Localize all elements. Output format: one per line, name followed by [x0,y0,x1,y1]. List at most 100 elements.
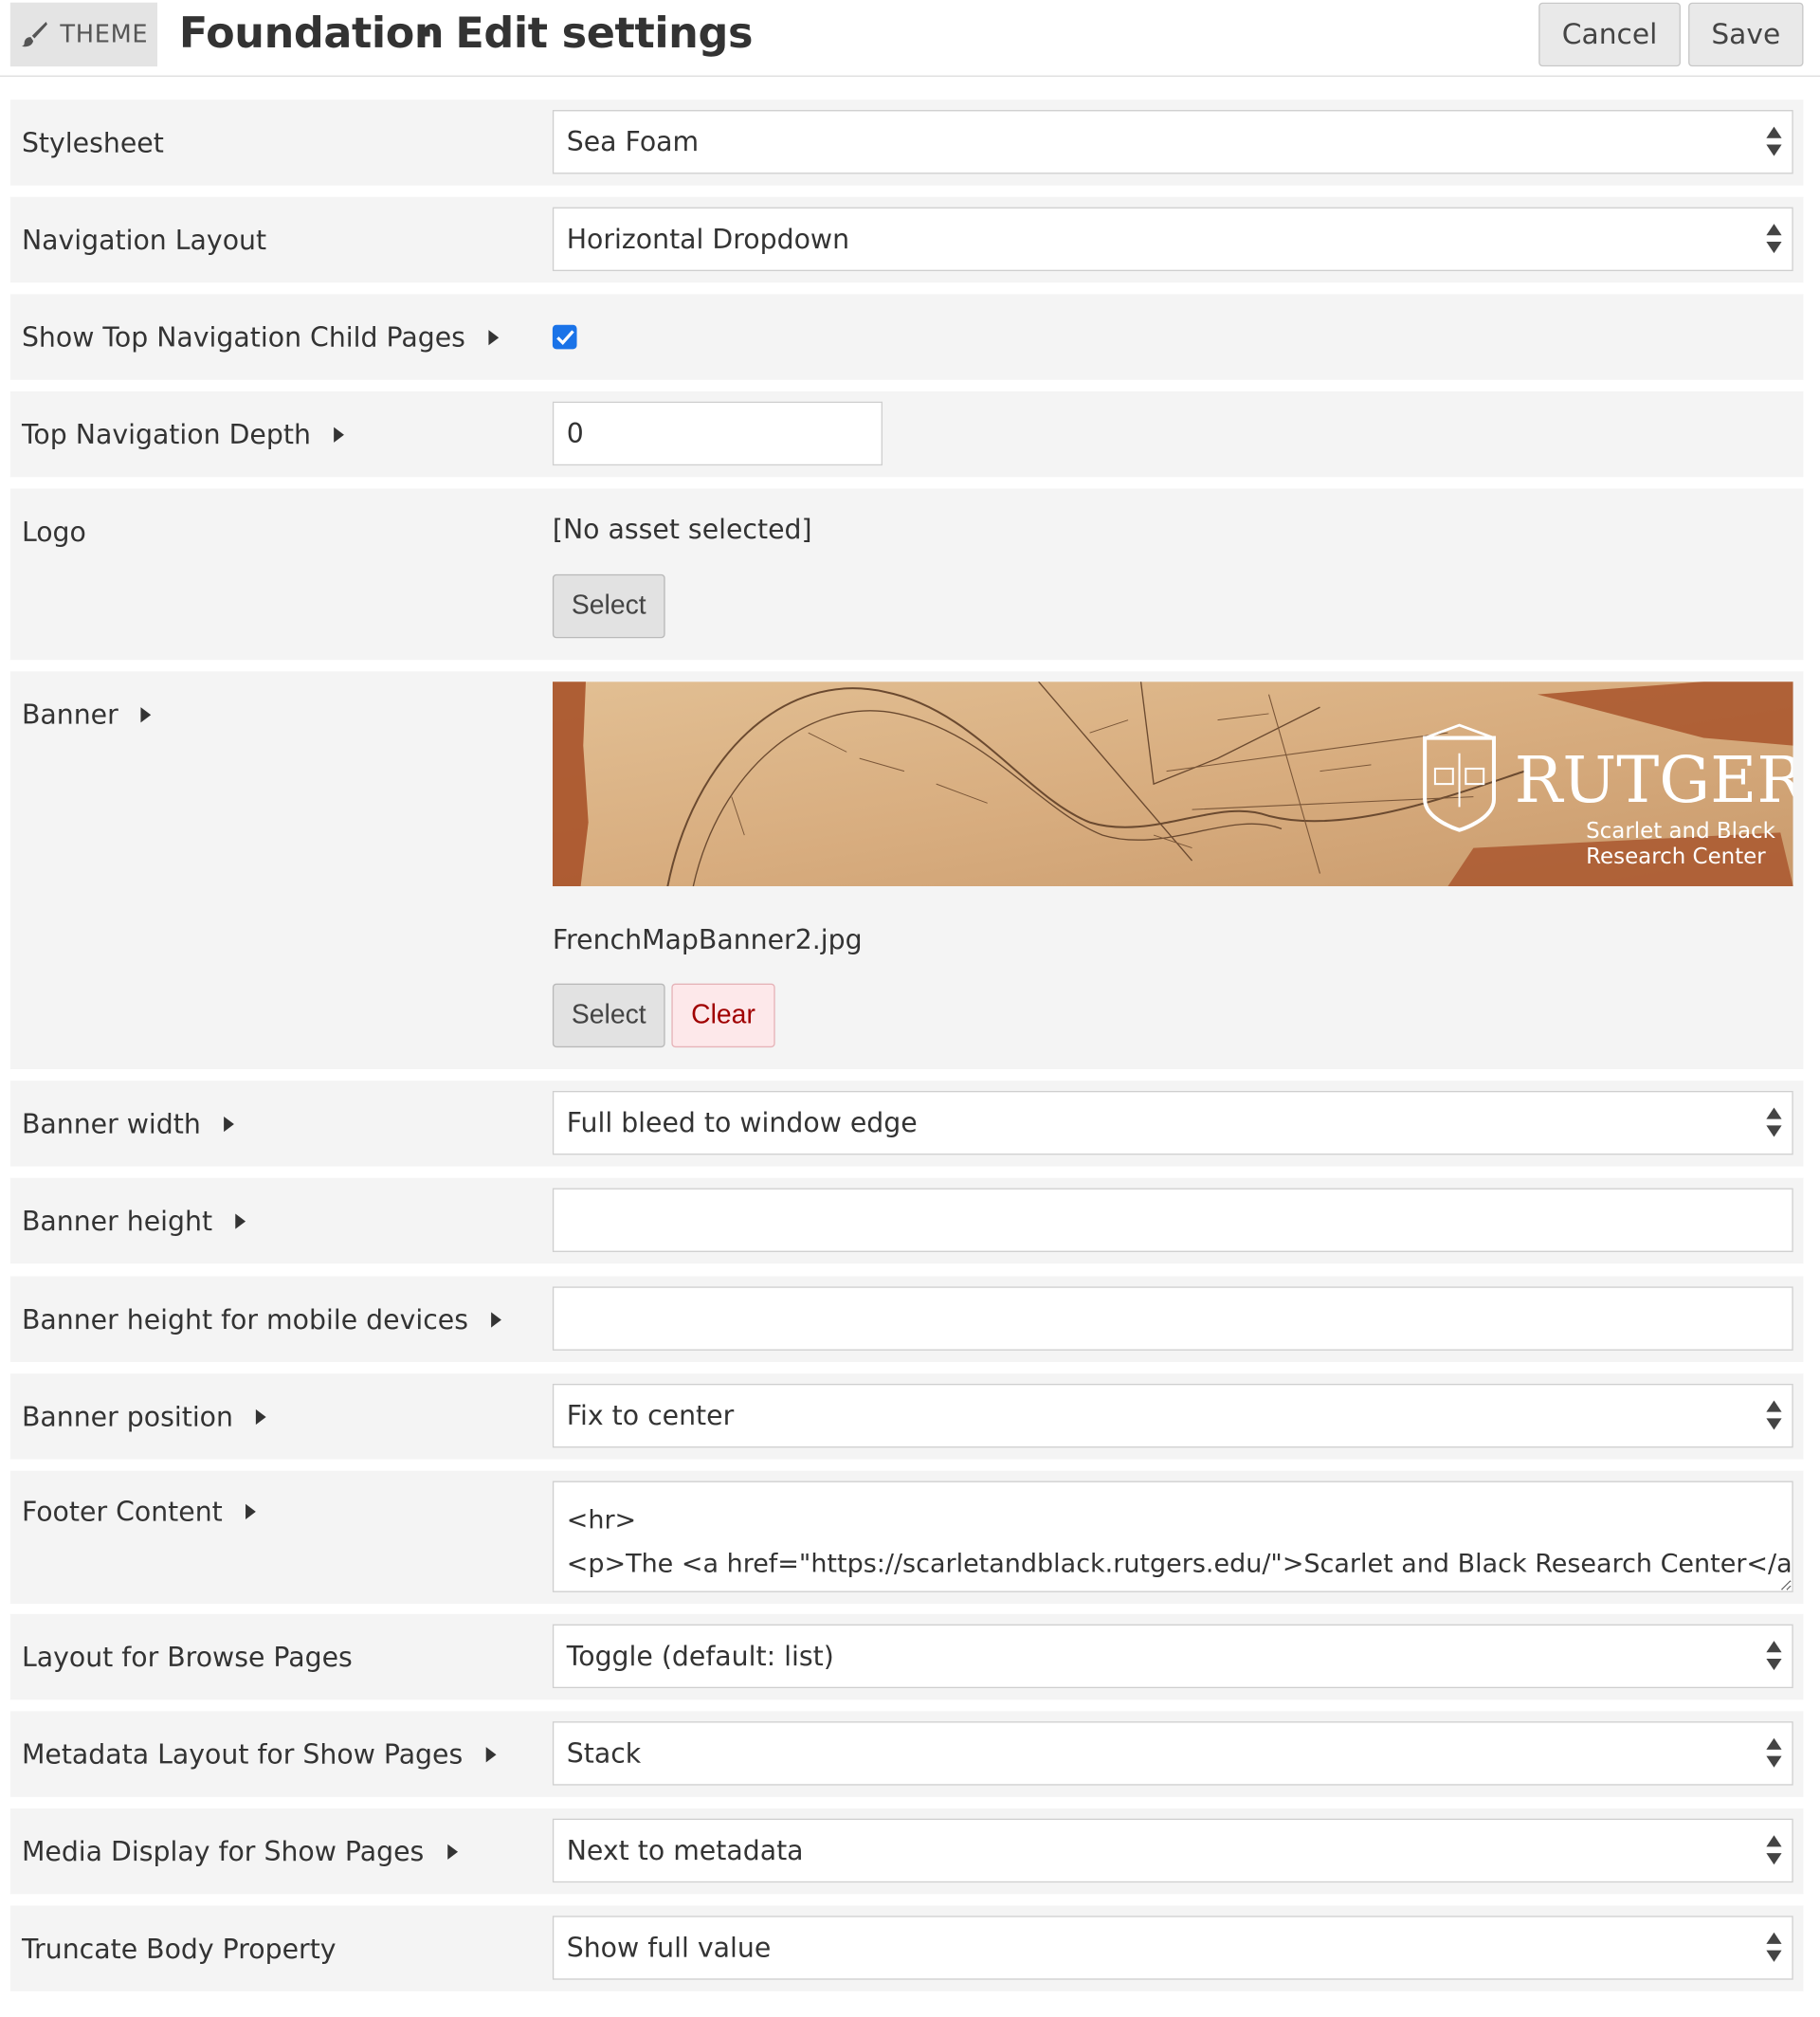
layout-browse-select[interactable]: Toggle (default: list) [552,1624,1793,1689]
banner-tagline-1: Scarlet and Black [1586,819,1776,844]
setting-label: Banner height [22,1178,246,1263]
cancel-button[interactable]: Cancel [1538,2,1681,67]
setting-row-show-top-nav-child-pages: Show Top Navigation Child Pages [9,294,1804,380]
expand-info-icon[interactable] [485,1746,497,1762]
setting-row-metadata-layout-show: Metadata Layout for Show Pages Stack [9,1711,1804,1797]
setting-row-banner: Banner RUTGE Scarlet and Black Research … [9,671,1804,1070]
expand-info-icon[interactable] [246,1503,256,1519]
setting-row-stylesheet: Stylesheet Sea Foam [9,100,1804,186]
setting-label-text: Top Navigation Depth [21,418,311,450]
setting-label: Footer Content [22,1494,256,1530]
setting-row-navigation-layout: Navigation Layout Horizontal Dropdown [9,196,1804,283]
select-arrows-icon [1766,1107,1782,1140]
setting-label: Banner [22,697,152,733]
banner-height-mobile-input[interactable] [552,1286,1793,1351]
setting-row-truncate-body: Truncate Body Property Show full value [9,1905,1804,1991]
select-value: Next to metadata [566,1835,804,1866]
setting-label: Media Display for Show Pages [21,1808,458,1894]
select-value: Stack [566,1737,642,1770]
expand-info-icon[interactable] [446,1844,458,1860]
banner-tagline-2: Research Center [1586,845,1766,869]
top-nav-depth-input[interactable]: 0 [552,401,883,466]
expand-info-icon[interactable] [224,1116,234,1132]
setting-row-banner-height: Banner height [9,1177,1804,1264]
setting-label-text: Truncate Body Property [21,1933,337,1964]
setting-row-footer-content: Footer Content <hr> <p>The <a href="http… [9,1470,1804,1605]
select-arrows-icon [1766,1400,1782,1433]
title-separator: · [418,8,435,58]
expand-info-icon[interactable] [334,426,345,443]
select-value: Full bleed to window edge [566,1107,918,1138]
logo-select-button[interactable]: Select [552,573,665,639]
setting-row-logo: Logo [No asset selected] Select [9,488,1804,661]
banner-image: RUTGERS Scarlet and Black Research Cente… [552,681,1793,887]
setting-label-text: Show Top Navigation Child Pages [21,321,465,353]
expand-info-icon[interactable] [141,707,152,723]
setting-label-text: Navigation Layout [21,224,267,256]
navigation-layout-select[interactable]: Horizontal Dropdown [552,207,1793,272]
setting-label: Truncate Body Property [22,1905,337,1990]
setting-label: Metadata Layout for Show Pages [21,1711,497,1796]
setting-row-banner-height-mobile: Banner height for mobile devices [9,1276,1804,1363]
page-header: THEME Foundation · Edit settings Cancel … [0,0,1820,77]
setting-label-text: Banner width [21,1108,201,1139]
banner-width-select[interactable]: Full bleed to window edge [552,1090,1793,1155]
setting-label-text: Layout for Browse Pages [21,1641,353,1673]
select-value: Fix to center [566,1400,735,1431]
setting-row-layout-browse: Layout for Browse Pages Toggle (default:… [9,1613,1804,1700]
media-display-select[interactable]: Next to metadata [552,1818,1793,1883]
logo-asset-status: [No asset selected] [552,514,812,545]
select-arrows-icon [1766,1737,1782,1772]
select-value: Horizontal Dropdown [566,224,850,255]
select-value: Show full value [566,1932,772,1964]
page-title: Foundation [178,8,445,58]
setting-label: Stylesheet [22,100,164,185]
metadata-layout-select[interactable]: Stack [552,1721,1793,1786]
setting-label-text: Banner height for mobile devices [21,1303,468,1335]
select-value: Toggle (default: list) [566,1641,834,1672]
setting-label: Banner width [22,1081,234,1166]
setting-label-text: Banner [21,700,118,731]
setting-label-text: Stylesheet [21,127,164,158]
setting-row-media-display-show: Media Display for Show Pages Next to met… [9,1808,1804,1895]
checkmark-icon [555,329,574,345]
banner-clear-button[interactable]: Clear [671,983,775,1048]
setting-row-top-nav-depth: Top Navigation Depth 0 [9,391,1804,478]
setting-label-text: Footer Content [21,1496,223,1528]
setting-label: Show Top Navigation Child Pages [22,294,499,379]
setting-label-text: Logo [21,517,86,548]
save-button[interactable]: Save [1688,2,1804,67]
setting-label: Navigation Layout [22,197,266,282]
setting-label: Layout for Browse Pages [22,1614,353,1699]
select-arrows-icon [1766,126,1782,160]
stylesheet-select[interactable]: Sea Foam [552,110,1793,174]
edit-settings-page: THEME Foundation · Edit settings Cancel … [0,0,1820,2014]
banner-height-input[interactable] [552,1188,1793,1252]
truncate-body-select[interactable]: Show full value [552,1916,1793,1980]
setting-label-text: Metadata Layout for Show Pages [21,1738,464,1770]
banner-filename: FrenchMapBanner2.jpg [552,924,863,955]
select-arrows-icon [1766,1835,1782,1868]
input-value: 0 [566,418,584,449]
select-value: Sea Foam [566,126,700,157]
paintbrush-icon [21,21,49,49]
select-arrows-icon [1766,1641,1782,1674]
select-arrows-icon [1766,224,1782,257]
expand-info-icon[interactable] [488,329,499,345]
expand-info-icon[interactable] [491,1311,502,1327]
setting-label: Logo [22,514,86,550]
banner-position-select[interactable]: Fix to center [552,1383,1793,1448]
banner-select-button[interactable]: Select [552,983,665,1048]
show-child-pages-checkbox[interactable] [552,324,577,350]
expand-info-icon[interactable] [256,1408,267,1425]
setting-label-text: Media Display for Show Pages [21,1835,425,1867]
page-subtitle: Edit settings [455,8,754,58]
setting-label: Banner height for mobile devices [21,1277,502,1362]
expand-info-icon[interactable] [235,1212,246,1229]
theme-badge: THEME [9,2,157,67]
theme-badge-label: THEME [60,20,149,49]
setting-label-text: Banner height [21,1205,213,1237]
select-arrows-icon [1766,1932,1782,1966]
setting-row-banner-width: Banner width Full bleed to window edge [9,1081,1804,1167]
footer-content-textarea[interactable]: <hr> <p>The <a href="https://scarletandb… [552,1481,1793,1592]
